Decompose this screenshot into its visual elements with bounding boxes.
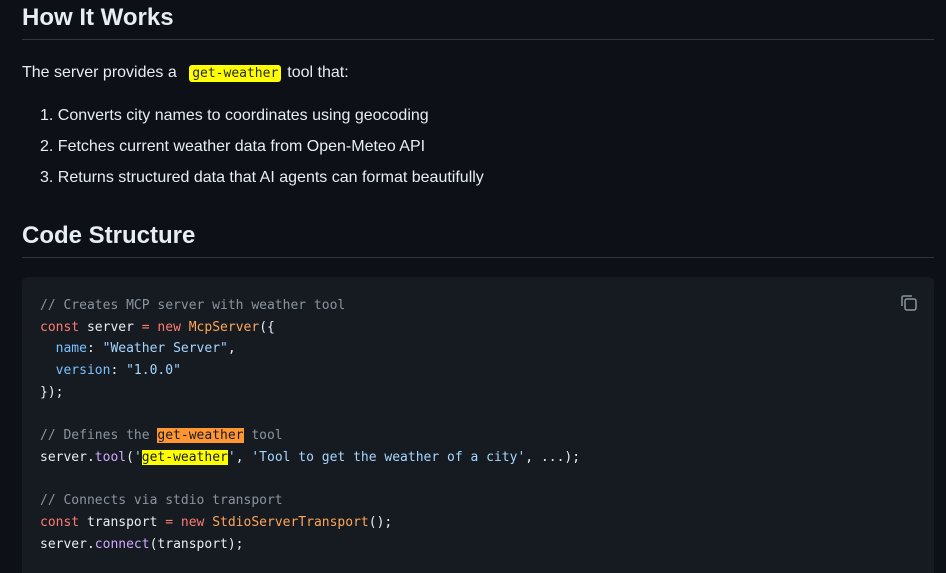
code-token: tool	[243, 428, 283, 444]
code-token: =	[141, 319, 150, 335]
code-token: , ...);	[525, 449, 581, 465]
code-line: server.connect(transport);	[40, 534, 934, 556]
inline-code-get-weather: get-weather	[189, 65, 282, 82]
code-token: McpServer	[188, 319, 260, 335]
code-token: '	[227, 449, 236, 465]
code-token: connect	[94, 536, 150, 552]
code-token: 'Tool to get the weather of a city'	[251, 449, 526, 465]
intro-text-end: tool that:	[287, 64, 349, 81]
intro-paragraph: The server provides a get-weather tool th…	[22, 63, 349, 84]
readme-page: How It Works The server provides a get-w…	[0, 0, 946, 573]
code-token: ();	[368, 514, 393, 530]
code-line: // Connects via stdio transport	[40, 493, 283, 509]
code-token: version	[55, 363, 111, 379]
code-token: const	[40, 514, 80, 530]
copy-button[interactable]	[898, 292, 920, 314]
intro-text: The server provides a	[22, 64, 182, 81]
code-token: transport	[79, 514, 166, 530]
code-line: });	[40, 384, 64, 400]
code-token: server	[79, 319, 142, 335]
code-block[interactable]: // Creates MCP server with weather tool …	[22, 277, 934, 573]
code-line: version: "1.0.0"	[40, 360, 934, 382]
code-token: server.	[40, 449, 95, 465]
code-token: new	[149, 319, 189, 335]
heading-code-structure: Code Structure	[22, 222, 934, 258]
code-line: // Creates MCP server with weather tool	[40, 298, 346, 313]
code-token: StdioServerTransport	[212, 514, 369, 530]
code-line: const transport = new StdioServerTranspo…	[40, 512, 934, 534]
code-token: =	[165, 514, 174, 530]
copy-icon	[901, 295, 917, 311]
code-token: // Defines the	[40, 428, 158, 444]
list-item: 3. Returns structured data that AI agent…	[40, 169, 484, 186]
code-token: new	[173, 514, 213, 530]
code-token: "1.0.0"	[126, 363, 181, 379]
search-highlight: get-weather	[141, 449, 228, 465]
code-token: ,	[227, 341, 236, 357]
steps-list: 1. Converts city names to coordinates us…	[22, 103, 484, 196]
code-token: :	[110, 363, 127, 379]
code-line: // Defines the get-weather tool	[40, 425, 934, 447]
code-token: :	[86, 341, 103, 357]
code-token: (	[126, 449, 134, 465]
code-line: const server = new McpServer({	[40, 317, 934, 339]
code-token: tool	[94, 449, 127, 465]
code-token: name	[55, 341, 87, 357]
code-token: '	[133, 449, 142, 465]
code-token: const	[40, 319, 80, 335]
code-line: server.tool('get-weather', 'Tool to get …	[40, 447, 934, 469]
list-item: 2. Fetches current weather data from Ope…	[40, 138, 426, 155]
code-token: ,	[235, 449, 252, 465]
code-token: ({	[259, 319, 275, 335]
code-token: "Weather Server"	[102, 341, 228, 357]
code-token: (transport);	[149, 536, 244, 552]
list-item: 1. Converts city names to coordinates us…	[40, 107, 429, 124]
code-token: server.	[40, 536, 95, 552]
search-highlight: get-weather	[157, 428, 244, 444]
heading-how-it-works: How It Works	[22, 4, 934, 40]
code-line: name: "Weather Server",	[40, 338, 934, 360]
